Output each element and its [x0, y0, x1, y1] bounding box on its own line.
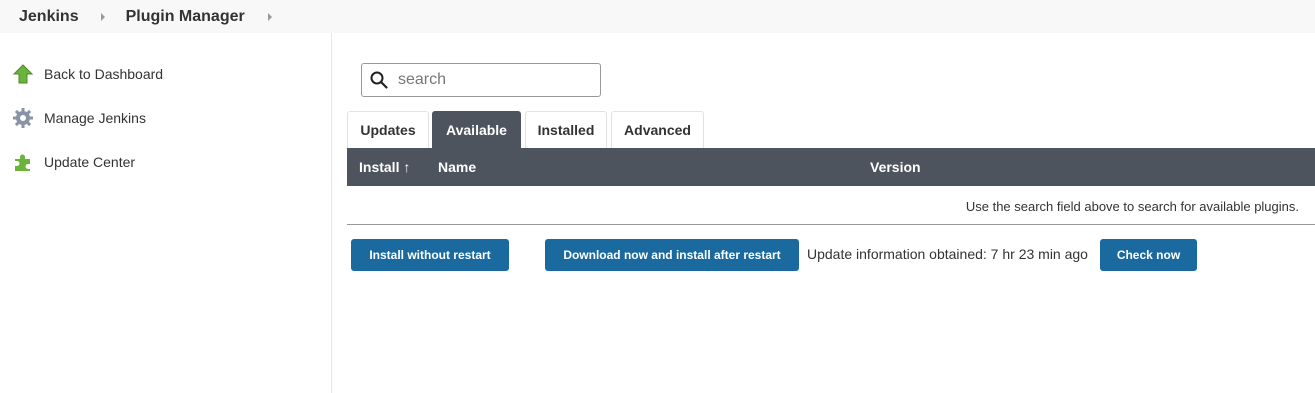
- breadcrumb-separator-icon[interactable]: [100, 12, 105, 21]
- sidebar-item-manage-jenkins[interactable]: Manage Jenkins: [12, 107, 146, 129]
- breadcrumb-plugin-manager[interactable]: Plugin Manager: [126, 8, 245, 26]
- empty-table-message: Use the search field above to search for…: [965, 199, 1299, 214]
- breadcrumb-separator-icon[interactable]: [267, 12, 272, 21]
- search-box[interactable]: [361, 63, 601, 97]
- sidebar-item-update-center[interactable]: Update Center: [12, 151, 135, 173]
- sidebar-item-label: Back to Dashboard: [44, 66, 164, 82]
- download-and-install-button[interactable]: Download now and install after restart: [545, 239, 799, 271]
- plugin-table-header: Install ↑ Name Version: [347, 148, 1315, 186]
- sidebar: Back to Dashboard Manage Jenkins Update …: [0, 33, 332, 393]
- tab-available[interactable]: Available: [432, 111, 521, 148]
- install-without-restart-button[interactable]: Install without restart: [351, 239, 509, 271]
- update-info-text: Update information obtained: 7 hr 23 min…: [807, 246, 1088, 262]
- sidebar-item-label: Manage Jenkins: [44, 110, 146, 126]
- breadcrumb-jenkins[interactable]: Jenkins: [19, 8, 79, 26]
- gear-icon: [12, 107, 34, 129]
- sidebar-item-label: Update Center: [44, 154, 136, 170]
- column-header-version[interactable]: Version: [870, 148, 921, 186]
- tab-advanced[interactable]: Advanced: [611, 111, 704, 148]
- breadcrumb: Jenkins Plugin Manager: [0, 0, 1315, 33]
- puzzle-icon: [12, 151, 34, 173]
- table-divider: [347, 224, 1315, 225]
- tab-updates[interactable]: Updates: [347, 111, 429, 148]
- tab-installed[interactable]: Installed: [525, 111, 607, 148]
- column-header-name[interactable]: Name: [438, 148, 476, 186]
- search-icon: [370, 71, 388, 89]
- search-input[interactable]: [396, 70, 590, 90]
- column-header-install[interactable]: Install ↑: [359, 148, 410, 186]
- sidebar-item-back-to-dashboard[interactable]: Back to Dashboard: [12, 63, 163, 85]
- check-now-button[interactable]: Check now: [1100, 239, 1197, 271]
- up-arrow-icon: [12, 63, 34, 85]
